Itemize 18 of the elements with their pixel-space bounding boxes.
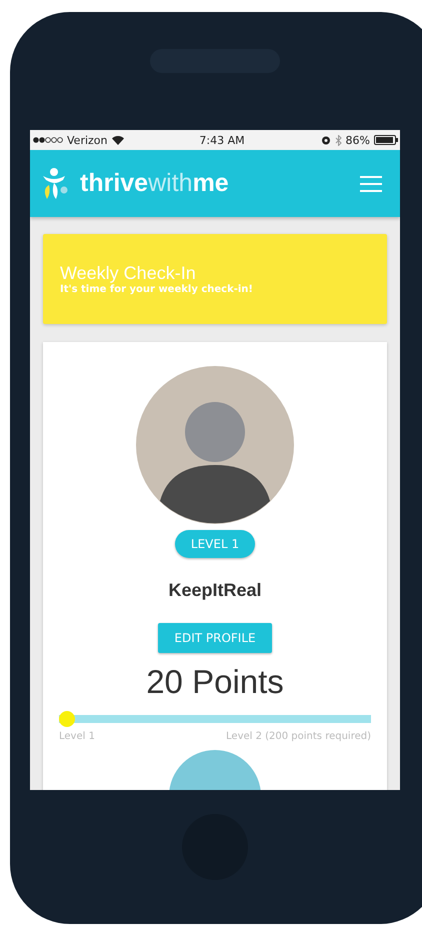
carrier-name: Verizon bbox=[67, 134, 108, 146]
end-level-label: Level 2 (200 points required) bbox=[226, 731, 371, 742]
check-in-title: Weekly Check-In bbox=[60, 263, 197, 284]
status-time: 7:43 AM bbox=[199, 134, 245, 146]
check-in-subtitle: It's time for your weekly check-in! bbox=[60, 284, 254, 295]
username: KeepItReal bbox=[168, 580, 262, 601]
battery-icon bbox=[374, 135, 398, 145]
app-logo-text: thrivewithme bbox=[80, 169, 229, 198]
edit-profile-button[interactable]: EDIT PROFILE bbox=[158, 623, 272, 653]
level-badge: LEVEL 1 bbox=[174, 530, 256, 558]
check-in-card[interactable]: Weekly Check-In It's time for your weekly check-in! bbox=[43, 234, 387, 324]
start-level-label: Level 1 bbox=[59, 731, 95, 742]
bluetooth-icon bbox=[334, 134, 342, 146]
alarm-icon bbox=[320, 135, 331, 145]
battery-percent: 86% bbox=[346, 134, 370, 146]
points-total: 20 Points bbox=[146, 663, 284, 701]
signal-icon bbox=[33, 137, 63, 143]
wifi-icon bbox=[112, 135, 124, 145]
